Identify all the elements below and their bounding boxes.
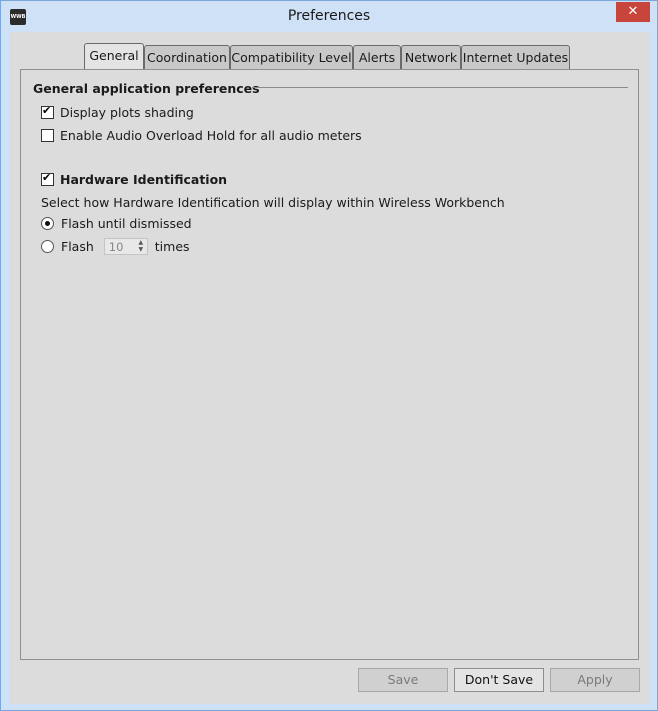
general-tab-panel: General application preferences Display … [20, 69, 639, 660]
tab-network[interactable]: Network [401, 45, 461, 69]
times-label: times [154, 239, 190, 254]
hardware-identification-checkbox[interactable] [41, 171, 54, 186]
display-plots-shading-option[interactable]: Display plots shading [41, 104, 194, 120]
hardware-identification-option[interactable]: Hardware Identification [41, 171, 228, 187]
flash-count-input[interactable] [104, 239, 137, 255]
preferences-window: WWB Preferences ✕ General Coordination C… [0, 0, 658, 711]
flash-count-spinner[interactable]: ▲ ▼ [103, 238, 148, 255]
tab-alerts[interactable]: Alerts [353, 45, 401, 69]
display-plots-shading-label: Display plots shading [60, 105, 194, 120]
spin-down-icon[interactable]: ▼ [136, 246, 146, 253]
tab-internet-updates[interactable]: Internet Updates [461, 45, 570, 69]
dont-save-button[interactable]: Don't Save [454, 668, 544, 692]
save-button[interactable]: Save [358, 668, 448, 692]
tab-coordination[interactable]: Coordination [144, 45, 230, 69]
flash-times-radio[interactable] [41, 240, 54, 253]
dialog-client-area: General Coordination Compatibility Level… [9, 32, 650, 704]
close-button[interactable]: ✕ [616, 2, 650, 22]
section-divider [252, 87, 628, 88]
apply-button[interactable]: Apply [550, 668, 640, 692]
title-bar: WWB Preferences ✕ [1, 1, 657, 33]
spin-up-icon[interactable]: ▲ [136, 239, 146, 246]
flash-times-option[interactable]: Flash ▲ ▼ times [41, 238, 190, 255]
flash-until-dismissed-option[interactable]: Flash until dismissed [41, 216, 192, 231]
audio-overload-hold-option[interactable]: Enable Audio Overload Hold for all audio… [41, 128, 362, 143]
flash-until-dismissed-radio[interactable] [41, 217, 54, 230]
flash-until-dismissed-label: Flash until dismissed [61, 216, 192, 231]
hardware-identification-label: Hardware Identification [60, 172, 228, 187]
tab-general[interactable]: General [84, 43, 144, 71]
section-title: General application preferences [33, 81, 260, 96]
audio-overload-hold-checkbox[interactable] [41, 129, 54, 142]
flash-label: Flash [61, 239, 94, 254]
tab-compatibility-level[interactable]: Compatibility Level [230, 45, 353, 69]
audio-overload-hold-label: Enable Audio Overload Hold for all audio… [60, 128, 362, 143]
hardware-identification-description: Select how Hardware Identification will … [41, 195, 505, 210]
window-title: Preferences [287, 8, 371, 24]
display-plots-shading-checkbox[interactable] [41, 104, 54, 119]
